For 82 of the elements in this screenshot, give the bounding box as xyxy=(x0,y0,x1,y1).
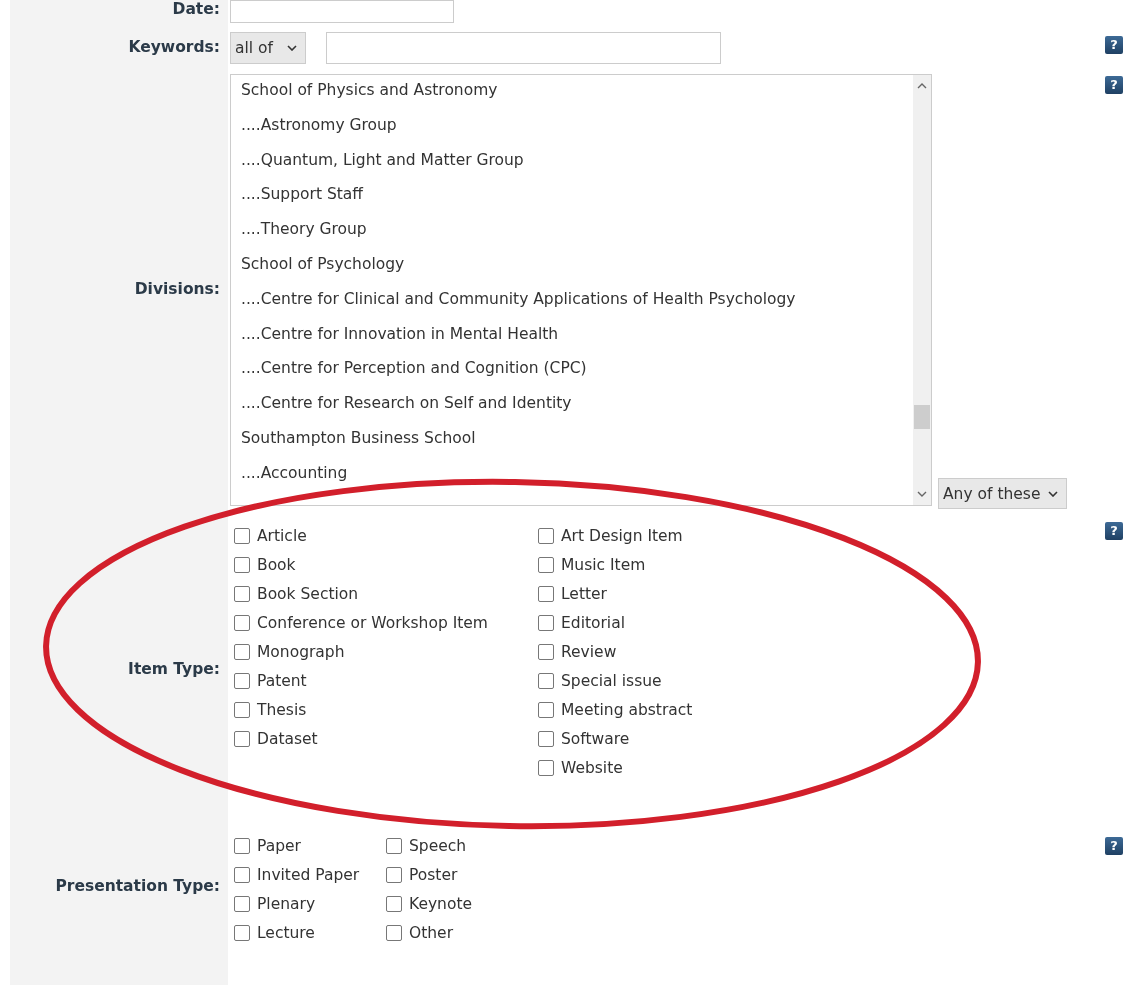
checkbox[interactable] xyxy=(234,527,250,544)
option-label: Review xyxy=(561,642,617,661)
checkbox[interactable] xyxy=(538,701,554,718)
checkbox[interactable] xyxy=(538,730,554,747)
divisions-listbox[interactable] xyxy=(230,74,932,506)
option-label: Book Section xyxy=(257,584,359,603)
option-label: Monograph xyxy=(257,642,345,661)
scrollbar[interactable] xyxy=(913,75,931,505)
option-label: Website xyxy=(561,758,623,777)
option-label: Keynote xyxy=(409,894,473,913)
checkbox[interactable] xyxy=(538,672,554,689)
list-item[interactable]: ....Centre for Perception and Cognition (CPC) xyxy=(241,353,913,389)
checkbox[interactable] xyxy=(234,895,250,912)
list-item[interactable]: ....Accounting xyxy=(241,457,913,493)
field-label: Keywords: xyxy=(128,38,220,56)
option-label: Speech xyxy=(409,836,467,855)
checkbox[interactable] xyxy=(538,614,554,631)
scroll-down-icon[interactable] xyxy=(917,491,927,497)
match-dropdown[interactable]: all of xyxy=(230,32,306,64)
checkbox[interactable] xyxy=(386,895,402,912)
checkbox[interactable] xyxy=(234,643,250,660)
field-label: Item Type: xyxy=(128,659,220,678)
checkbox[interactable] xyxy=(538,643,554,660)
checkbox[interactable] xyxy=(234,556,250,573)
checkbox[interactable] xyxy=(234,672,250,689)
caret-icon xyxy=(1048,490,1059,497)
list-item[interactable]: ....Theory Group xyxy=(241,214,913,249)
checkbox[interactable] xyxy=(538,556,554,573)
date-field[interactable] xyxy=(230,0,454,23)
keywords-field[interactable] xyxy=(326,32,721,64)
checkbox[interactable] xyxy=(538,585,554,602)
list-item[interactable]: Southampton Business School xyxy=(241,422,913,458)
checkbox[interactable] xyxy=(234,730,250,747)
option-label: Software xyxy=(561,729,630,748)
checkbox[interactable] xyxy=(234,837,250,854)
scrollbar-thumb[interactable] xyxy=(914,405,930,429)
option-label: Conference or Workshop Item xyxy=(257,613,488,632)
checkbox[interactable] xyxy=(234,614,250,631)
option-label: Letter xyxy=(561,584,607,603)
option-label: Patent xyxy=(257,671,307,690)
caret-icon xyxy=(287,45,297,51)
list-item[interactable]: School of Psychology xyxy=(241,249,913,284)
help-icon[interactable]: ? xyxy=(1105,837,1123,855)
match-dropdown[interactable]: Any of these xyxy=(938,478,1068,509)
option-label: Poster xyxy=(409,865,458,884)
checkbox[interactable] xyxy=(234,585,250,602)
option-label: Book xyxy=(257,555,296,574)
option-label: Art Design Item xyxy=(561,526,683,545)
list-item[interactable]: ....Quantum, Light and Matter Group xyxy=(241,144,913,180)
option-label: Dataset xyxy=(257,729,318,748)
option-label: Other xyxy=(409,923,453,942)
option-label: Article xyxy=(257,526,307,545)
option-label: Special issue xyxy=(561,671,662,690)
option-label: Editorial xyxy=(561,613,625,632)
checkbox[interactable] xyxy=(234,866,250,883)
list-item[interactable]: ....Centre for Innovation in Mental Health xyxy=(241,318,913,354)
option-label: Meeting abstract xyxy=(561,700,693,719)
option-label: Plenary xyxy=(257,894,316,913)
option-label: Music Item xyxy=(561,555,646,574)
checkbox[interactable] xyxy=(386,924,402,941)
checkbox[interactable] xyxy=(538,759,554,776)
list-item[interactable]: ....Centre for Clinical and Community Applications of Health Psychology xyxy=(241,283,913,319)
option-label: Lecture xyxy=(257,923,315,942)
list-item[interactable]: School of Physics and Astronomy xyxy=(241,75,913,110)
field-label: Divisions: xyxy=(134,280,220,298)
list-item[interactable]: ....Support Staff xyxy=(241,179,913,215)
checkbox[interactable] xyxy=(386,866,402,883)
help-icon[interactable]: ? xyxy=(1105,36,1123,54)
scroll-up-icon[interactable] xyxy=(917,83,927,89)
option-label: Thesis xyxy=(257,700,307,719)
list-item[interactable]: ....Astronomy Group xyxy=(241,109,913,145)
list-item[interactable]: ....Centre for Research on Self and Identity xyxy=(241,388,913,423)
field-label: Date: xyxy=(172,0,220,18)
help-icon[interactable]: ? xyxy=(1105,522,1123,540)
help-icon[interactable]: ? xyxy=(1105,76,1123,94)
option-label: Paper xyxy=(257,836,301,855)
option-label: Invited Paper xyxy=(257,865,360,884)
checkbox[interactable] xyxy=(386,837,402,854)
checkbox[interactable] xyxy=(234,701,250,718)
checkbox[interactable] xyxy=(234,924,250,941)
checkbox[interactable] xyxy=(538,527,554,544)
field-label: Presentation Type: xyxy=(55,877,220,895)
